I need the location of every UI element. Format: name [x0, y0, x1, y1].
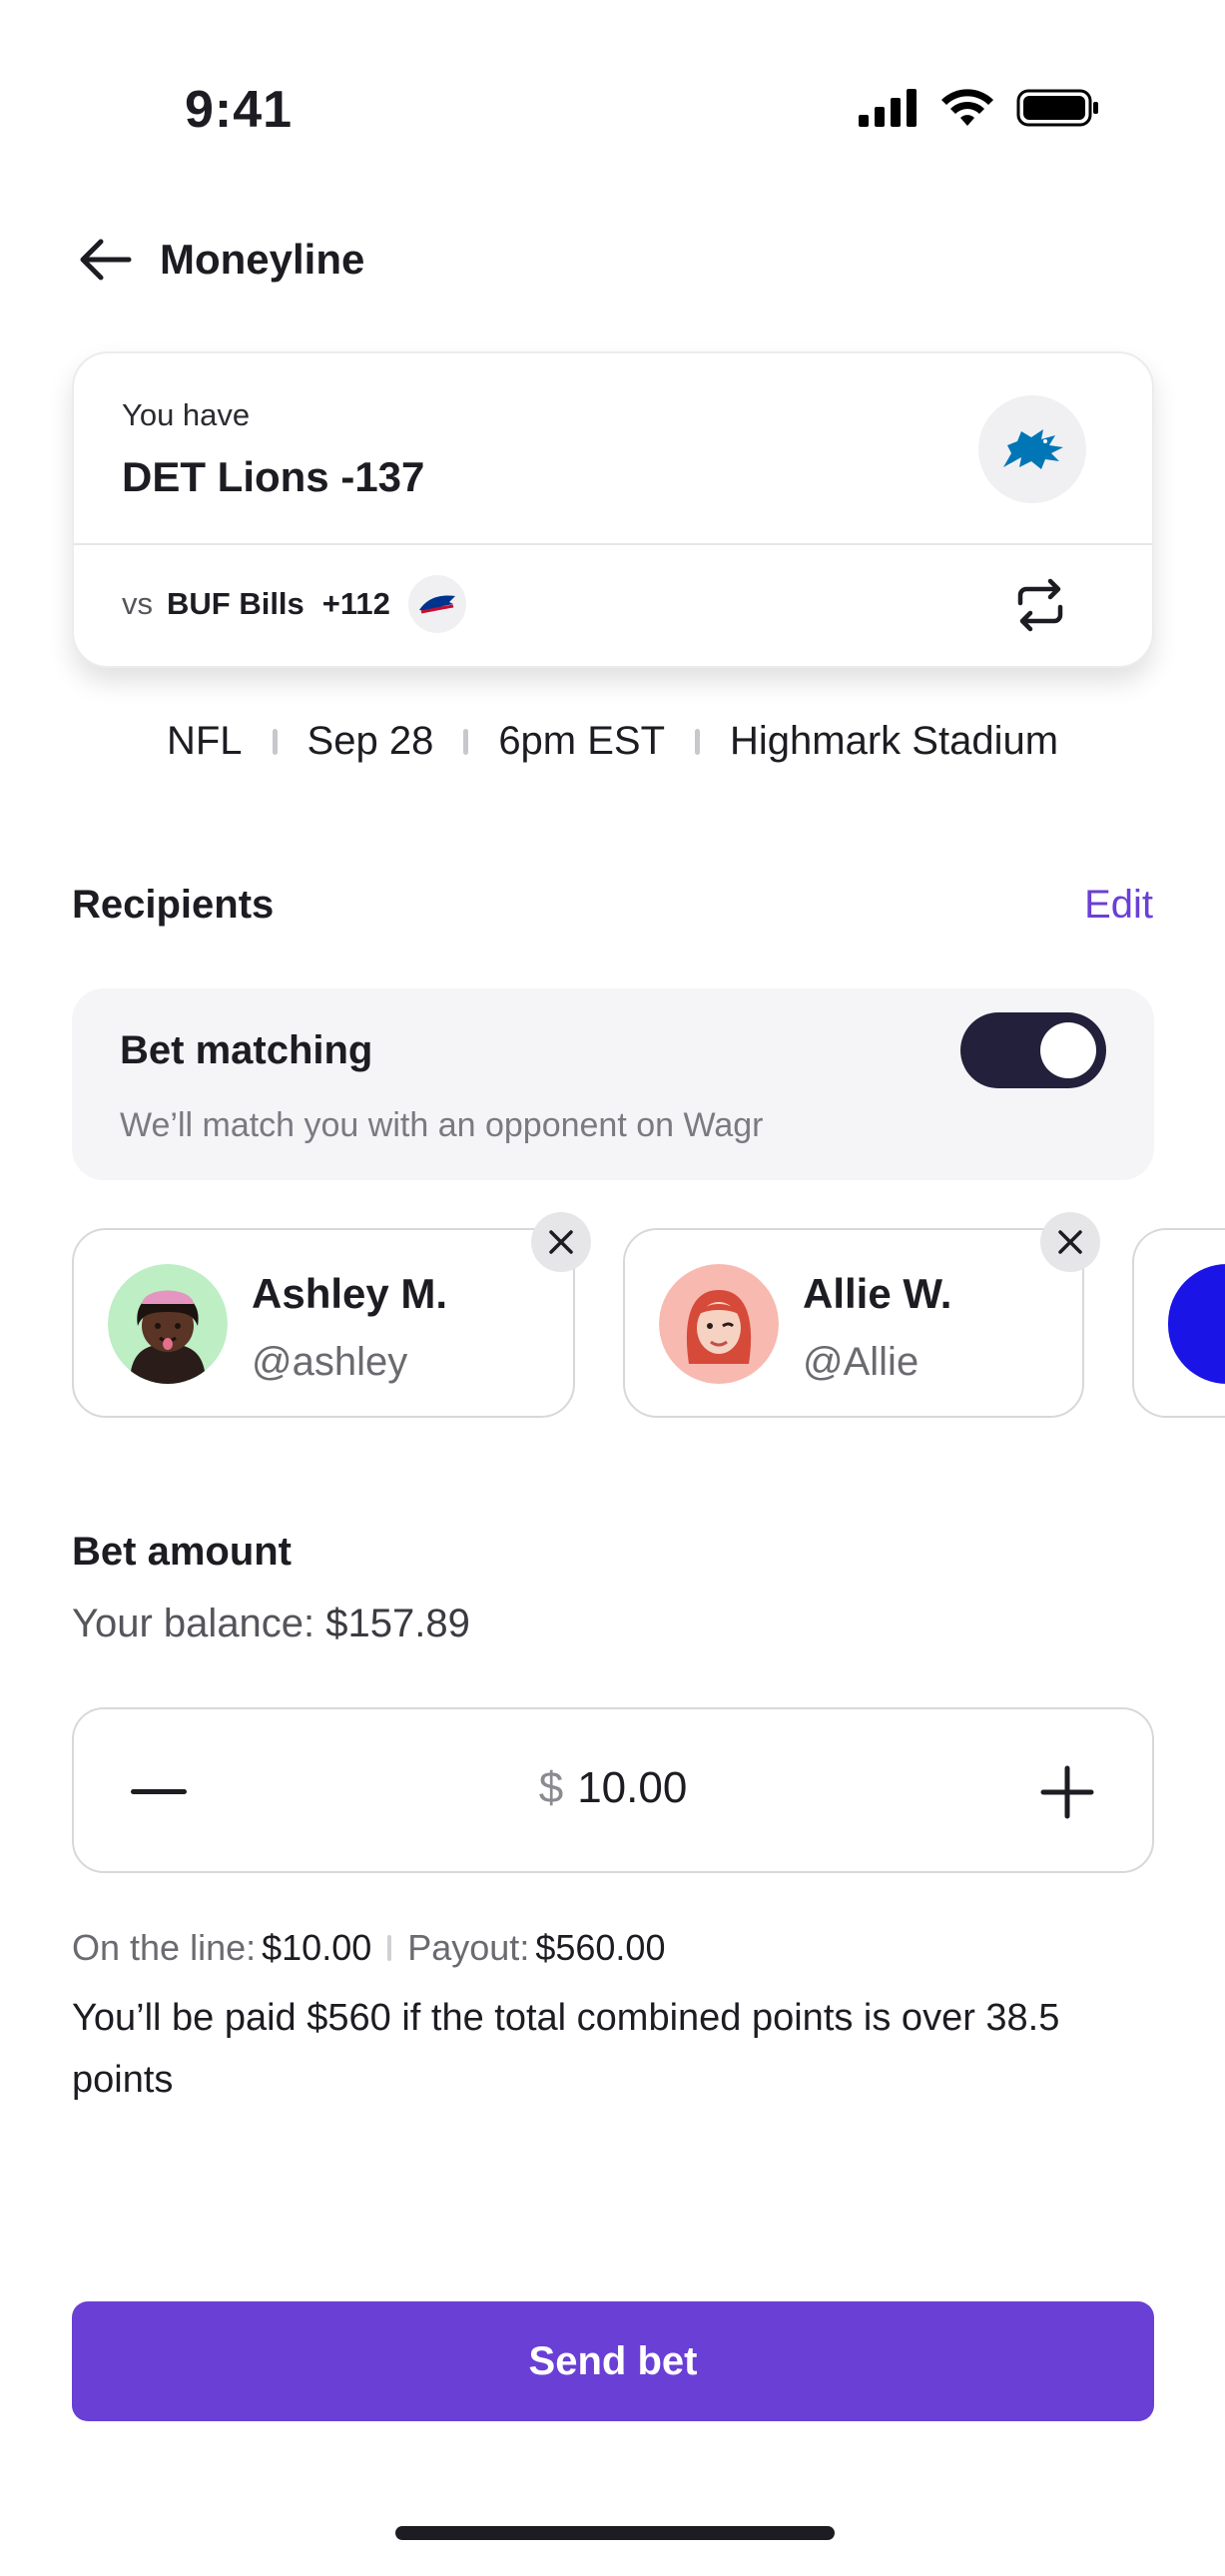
opponent-team: BUF Bills [167, 586, 305, 621]
edit-recipients-link[interactable]: Edit [1084, 883, 1153, 928]
send-bet-button[interactable]: Send bet [72, 2301, 1154, 2421]
recipient-card[interactable]: Allie W. @Allie [623, 1212, 1100, 1418]
recipient-card[interactable]: Ashley M. @ashley [72, 1212, 591, 1418]
divider [387, 1935, 392, 1961]
bet-card: You have DET Lions -137 vs BUF Bills +11… [72, 351, 1154, 668]
opponent-row: vs BUF Bills +112 [122, 575, 466, 633]
currency-symbol: $ [538, 1763, 564, 1812]
opponent-odds: +112 [321, 586, 390, 621]
recipient-name: Allie W. [803, 1270, 952, 1317]
recipient-handle: @Allie [803, 1340, 919, 1384]
divider [463, 728, 469, 755]
balance-row: Your balance: $157.89 [72, 1602, 470, 1646]
bet-matching-panel: Bet matching We’ll match you with an opp… [72, 988, 1154, 1180]
battery-icon [1016, 89, 1098, 127]
plus-icon[interactable] [1032, 1757, 1102, 1827]
bet-matching-toggle[interactable] [960, 1012, 1106, 1088]
status-icons [859, 88, 1100, 128]
bills-logo-icon [407, 575, 466, 633]
toggle-knob [1040, 1022, 1096, 1078]
game-league: NFL [166, 719, 243, 763]
lions-logo-icon [978, 395, 1086, 503]
page-title: Moneyline [160, 236, 365, 283]
divider [695, 728, 701, 755]
header: Moneyline [78, 232, 364, 288]
swap-icon[interactable] [1008, 573, 1072, 637]
on-the-line-label: On the line: [72, 1927, 257, 1968]
bet-amount-title: Bet amount [72, 1530, 292, 1574]
recipient-card-partial[interactable] [1132, 1228, 1225, 1418]
bet-matching-title: Bet matching [120, 1028, 373, 1072]
signal-icon [859, 89, 917, 127]
recipient-name: Ashley M. [252, 1270, 448, 1317]
game-time: 6pm EST [498, 719, 666, 763]
remove-recipient-close-icon[interactable] [1040, 1212, 1100, 1272]
remove-recipient-close-icon[interactable] [531, 1212, 591, 1272]
game-info: NFL Sep 28 6pm EST Highmark Stadium [0, 719, 1225, 764]
amount-value: 10.00 [577, 1763, 688, 1812]
home-indicator[interactable] [395, 2526, 835, 2540]
amount-field[interactable]: $10.00 [74, 1763, 1152, 1813]
recipients-title: Recipients [72, 883, 275, 927]
line-summary: On the line: $10.00 Payout: $560.00 [72, 1927, 665, 1969]
game-venue: Highmark Stadium [730, 719, 1059, 763]
divider [272, 728, 278, 755]
amount-stepper: $10.00 [72, 1707, 1154, 1873]
recipient-handle: @ashley [252, 1340, 408, 1384]
balance-value: $157.89 [325, 1602, 470, 1645]
game-date: Sep 28 [306, 719, 434, 763]
payout-label: Payout: [407, 1927, 530, 1968]
back-arrow-icon[interactable] [78, 232, 134, 288]
bet-matching-description: We’ll match you with an opponent on Wagr [120, 1106, 764, 1144]
you-have-label: You have [122, 397, 251, 432]
avatar [659, 1264, 779, 1384]
status-time: 9:41 [185, 81, 294, 139]
pick-label: DET Lions -137 [122, 453, 425, 500]
payout-description: You’ll be paid $560 if the total combine… [72, 1997, 1060, 2101]
bet-card-pick: You have DET Lions -137 [74, 353, 1152, 545]
vs-label: vs [122, 586, 153, 621]
avatar [108, 1264, 228, 1384]
on-the-line-value: $10.00 [262, 1927, 372, 1968]
balance-label: Your balance: [72, 1602, 315, 1645]
wifi-icon [941, 89, 993, 126]
payout-value: $560.00 [535, 1927, 666, 1968]
bet-card-opponent: vs BUF Bills +112 [74, 545, 1152, 666]
avatar [1168, 1264, 1225, 1384]
